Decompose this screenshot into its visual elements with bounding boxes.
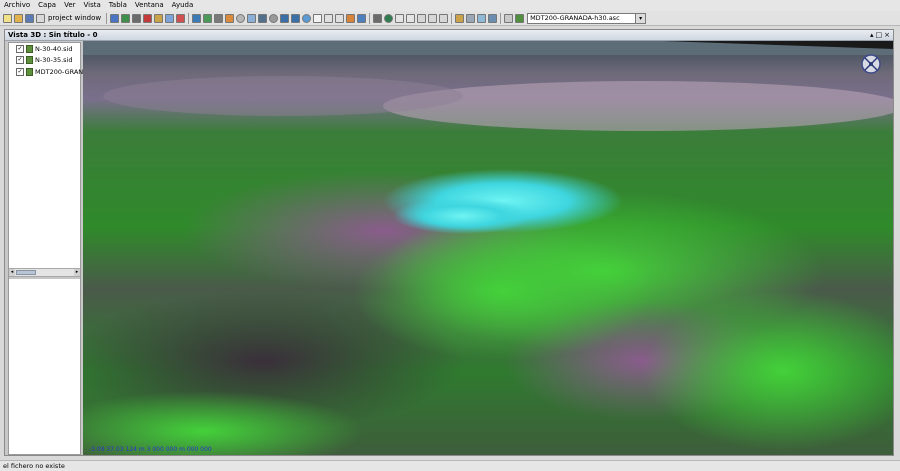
snow-peaks-west	[393, 198, 533, 234]
earth-icon[interactable]	[384, 13, 394, 23]
animation-icon[interactable]	[357, 13, 367, 23]
orbit-icon[interactable]	[269, 13, 279, 23]
close-icon[interactable]: ×	[884, 31, 890, 39]
layer-name: N-30-40.sid	[35, 44, 73, 53]
layer-checkbox[interactable]: ✓	[16, 44, 24, 53]
clear-selection-icon[interactable]	[417, 13, 427, 23]
camera-icon[interactable]	[373, 13, 383, 23]
menu-ayuda[interactable]: Ayuda	[168, 0, 198, 11]
view-title: Vista 3D : Sin título - 0	[8, 31, 98, 39]
grid-icon[interactable]	[395, 13, 405, 23]
zoom-in-icon[interactable]	[280, 13, 290, 23]
distant-plain	[383, 81, 893, 131]
toc-layer-item[interactable]: ✓ N-30-35.sid	[16, 55, 72, 64]
toolbar-separator	[369, 12, 371, 24]
save-icon[interactable]	[25, 13, 34, 23]
menu-archivo[interactable]: Archivo	[0, 0, 34, 11]
scroll-right-icon[interactable]: ▸	[74, 269, 80, 276]
scroll-left-icon[interactable]: ◂	[9, 269, 15, 276]
layer-name: MDT200-GRAN	[35, 67, 84, 76]
toolbar-separator	[188, 12, 190, 24]
zoom-out-icon[interactable]	[291, 13, 301, 23]
refresh-icon[interactable]	[346, 13, 356, 23]
slope-green	[353, 221, 653, 361]
status-bar: el fichero no existe	[0, 460, 900, 471]
layer-select[interactable]: MDT200-GRANADA-h30.asc ▾	[527, 12, 647, 24]
toc-splitter[interactable]	[9, 277, 80, 279]
raster-layer-icon	[26, 67, 33, 76]
distant-hills	[103, 76, 463, 116]
open-folder-icon[interactable]	[14, 13, 23, 23]
minimize-icon[interactable]: ▴	[870, 31, 874, 39]
toolbar-separator	[500, 12, 502, 24]
terrain-render	[83, 41, 893, 455]
scrollbar-thumb[interactable]	[16, 270, 36, 275]
toc-horizontal-scrollbar[interactable]: ◂ ▸	[9, 268, 80, 277]
tool-icon[interactable]	[439, 13, 449, 23]
menu-tabla[interactable]: Tabla	[105, 0, 131, 11]
coordinate-readout: -3.09 37.03 124 m 3 000 000 m 000 000	[89, 446, 212, 453]
info-icon[interactable]	[225, 13, 235, 23]
new-view-icon[interactable]	[121, 13, 131, 23]
preferences-icon[interactable]	[165, 13, 175, 23]
pointer-icon[interactable]	[214, 13, 224, 23]
3d-terrain-view[interactable]: -3.09 37.03 124 m 3 000 000 m 000 000	[83, 41, 893, 455]
toolbar-separator	[451, 12, 453, 24]
toc-layer-item[interactable]: ✓ N-30-40.sid	[16, 44, 72, 53]
zoom-layer-icon[interactable]	[477, 13, 487, 23]
menu-ver[interactable]: Ver	[60, 0, 79, 11]
edit-icon[interactable]	[504, 13, 514, 23]
project-window-button[interactable]: project window	[48, 14, 101, 22]
invert-selection-icon[interactable]	[428, 13, 438, 23]
view-titlebar[interactable]: Vista 3D : Sin título - 0 ▴ □ ×	[5, 30, 893, 41]
raster-layer-icon	[26, 55, 33, 64]
toc-layer-item[interactable]: ✓ MDT200-GRAN	[16, 67, 83, 76]
map-icon[interactable]	[203, 13, 213, 23]
raster-layer-icon	[26, 44, 33, 53]
layout-icon[interactable]	[154, 13, 164, 23]
layer-select-value: MDT200-GRANADA-h30.asc	[530, 14, 620, 22]
toolbar: project window MDT200-GRANADA-h30.asc ▾	[0, 11, 900, 26]
measure-icon[interactable]	[335, 13, 345, 23]
pan-icon[interactable]	[324, 13, 334, 23]
find-icon[interactable]	[455, 13, 465, 23]
chevron-down-icon[interactable]: ▾	[635, 13, 646, 23]
view-3d-window: Vista 3D : Sin título - 0 ▴ □ × ✓ N-30-4…	[4, 29, 894, 456]
table-icon[interactable]	[132, 13, 142, 23]
maximize-icon[interactable]: □	[876, 31, 883, 39]
layer-name: N-30-35.sid	[35, 55, 73, 64]
print-icon[interactable]	[466, 13, 476, 23]
table-view-icon[interactable]	[515, 13, 525, 23]
table-of-contents: ✓ N-30-40.sid ✓ N-30-35.sid ✓ MDT200-GRA…	[8, 42, 83, 455]
new-file-icon[interactable]	[3, 13, 12, 23]
menu-vista[interactable]: Vista	[80, 0, 105, 11]
project-window-icon[interactable]	[36, 13, 45, 23]
warning-icon[interactable]	[176, 13, 186, 23]
menu-bar: Archivo Capa Ver Vista Tabla Ventana Ayu…	[0, 0, 900, 11]
layer-checkbox[interactable]: ✓	[16, 55, 24, 64]
globe-icon[interactable]	[236, 13, 246, 23]
add-layer-icon[interactable]	[110, 13, 120, 23]
status-message: el fichero no existe	[3, 462, 65, 470]
delete-icon[interactable]	[143, 13, 153, 23]
select-icon[interactable]	[247, 13, 257, 23]
window-controls: ▴ □ ×	[870, 31, 890, 39]
toolbar-separator	[106, 12, 108, 24]
layer-properties-icon[interactable]	[192, 13, 202, 23]
sphere-icon[interactable]	[302, 13, 312, 23]
navigate-3d-icon[interactable]	[258, 13, 268, 23]
zoom-select-icon[interactable]	[488, 13, 498, 23]
menu-ventana[interactable]: Ventana	[131, 0, 168, 11]
menu-capa[interactable]: Capa	[34, 0, 60, 11]
compass-icon[interactable]	[860, 53, 882, 75]
layer-checkbox[interactable]: ✓	[16, 67, 24, 76]
full-extent-icon[interactable]	[313, 13, 323, 23]
select-rectangle-icon[interactable]	[406, 13, 416, 23]
